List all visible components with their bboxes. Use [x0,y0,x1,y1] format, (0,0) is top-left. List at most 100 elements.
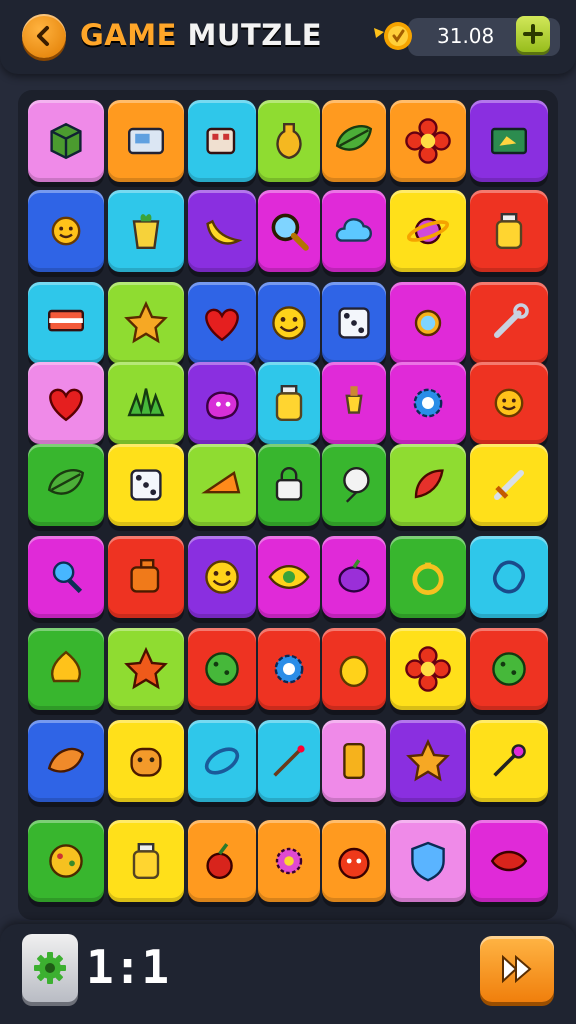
tile[interactable] [322,820,386,902]
console-icon [128,127,164,155]
tile[interactable] [390,282,466,364]
coin-icon [374,22,412,50]
tile[interactable] [470,536,548,618]
tile[interactable] [390,190,466,272]
tile[interactable] [390,628,466,710]
tile[interactable] [28,190,104,272]
wrench-icon [494,303,529,338]
tile[interactable] [108,820,184,902]
tile[interactable] [108,444,184,526]
tile[interactable] [108,536,184,618]
crab-icon [414,309,442,337]
tile[interactable] [470,720,548,802]
tile[interactable] [390,820,466,902]
tile[interactable] [470,628,548,710]
tile[interactable] [322,282,386,364]
smiley-icon [272,306,306,340]
bottle-icon [495,213,523,249]
tile[interactable] [188,720,256,802]
chevron-left-icon [37,26,49,46]
feather-icon [414,469,444,499]
tile[interactable] [108,628,184,710]
sun-icon [494,388,524,418]
tile[interactable] [28,720,104,802]
tile[interactable] [28,100,104,182]
plum-icon [338,559,370,593]
tile[interactable] [188,190,256,272]
tile[interactable] [108,362,184,444]
bottle-icon [275,385,303,421]
gear-icon [274,654,304,684]
tile[interactable] [470,362,548,444]
tile[interactable] [390,720,466,802]
star-icon [124,646,168,690]
tile[interactable] [322,190,386,272]
tile[interactable] [470,100,548,182]
tile[interactable] [28,820,104,902]
tile[interactable] [28,362,104,444]
plus-icon [523,24,543,44]
tile[interactable] [390,100,466,182]
tile[interactable] [188,820,256,902]
tile[interactable] [108,190,184,272]
robot-icon [206,127,236,155]
sun-icon [51,216,81,246]
next-button[interactable] [480,936,554,1002]
onion-icon [50,650,82,683]
gear-icon [413,388,443,418]
tile[interactable] [188,100,256,182]
tile[interactable] [258,820,320,902]
tile[interactable] [390,444,466,526]
tile[interactable] [258,536,320,618]
gear-icon [34,952,66,984]
tile[interactable] [258,282,320,364]
tile[interactable] [108,720,184,802]
tile[interactable] [470,820,548,902]
tile[interactable] [470,444,548,526]
tile[interactable] [322,720,386,802]
flower-icon [405,118,451,164]
tile[interactable] [322,628,386,710]
tile[interactable] [258,720,320,802]
tile[interactable] [108,100,184,182]
lock-icon [275,467,303,501]
back-button[interactable] [22,14,66,58]
tile[interactable] [470,282,548,364]
grass-icon [127,388,165,417]
eye-icon [268,565,310,589]
tile[interactable] [322,444,386,526]
lemon-icon [339,655,369,687]
tile[interactable] [322,362,386,444]
tile[interactable] [188,444,256,526]
tile[interactable] [188,628,256,710]
tile[interactable] [188,536,256,618]
settings-button[interactable] [22,934,78,1002]
add-currency-button[interactable] [516,16,550,52]
tile[interactable] [470,190,548,272]
tile[interactable] [188,282,256,364]
tile[interactable] [108,282,184,364]
banana-icon [206,219,243,245]
tile[interactable] [322,100,386,182]
tile[interactable] [28,282,104,364]
tile[interactable] [28,536,104,618]
sword-icon [494,470,524,500]
tile[interactable] [258,444,320,526]
tile[interactable] [258,362,320,444]
game-title: GAME MUTZLE [80,18,322,52]
flower-icon [405,646,451,692]
tile[interactable] [390,536,466,618]
blob-icon [206,391,239,420]
seed-icon [204,747,240,775]
tile[interactable] [258,628,320,710]
tile[interactable] [28,444,104,526]
tile[interactable] [322,536,386,618]
tile[interactable] [258,100,320,182]
tile[interactable] [258,190,320,272]
cheese-icon [201,471,241,494]
balance-value: 31.08 [437,24,495,48]
tile[interactable] [28,628,104,710]
key-icon [52,561,83,594]
tile[interactable] [188,362,256,444]
tile[interactable] [390,362,466,444]
